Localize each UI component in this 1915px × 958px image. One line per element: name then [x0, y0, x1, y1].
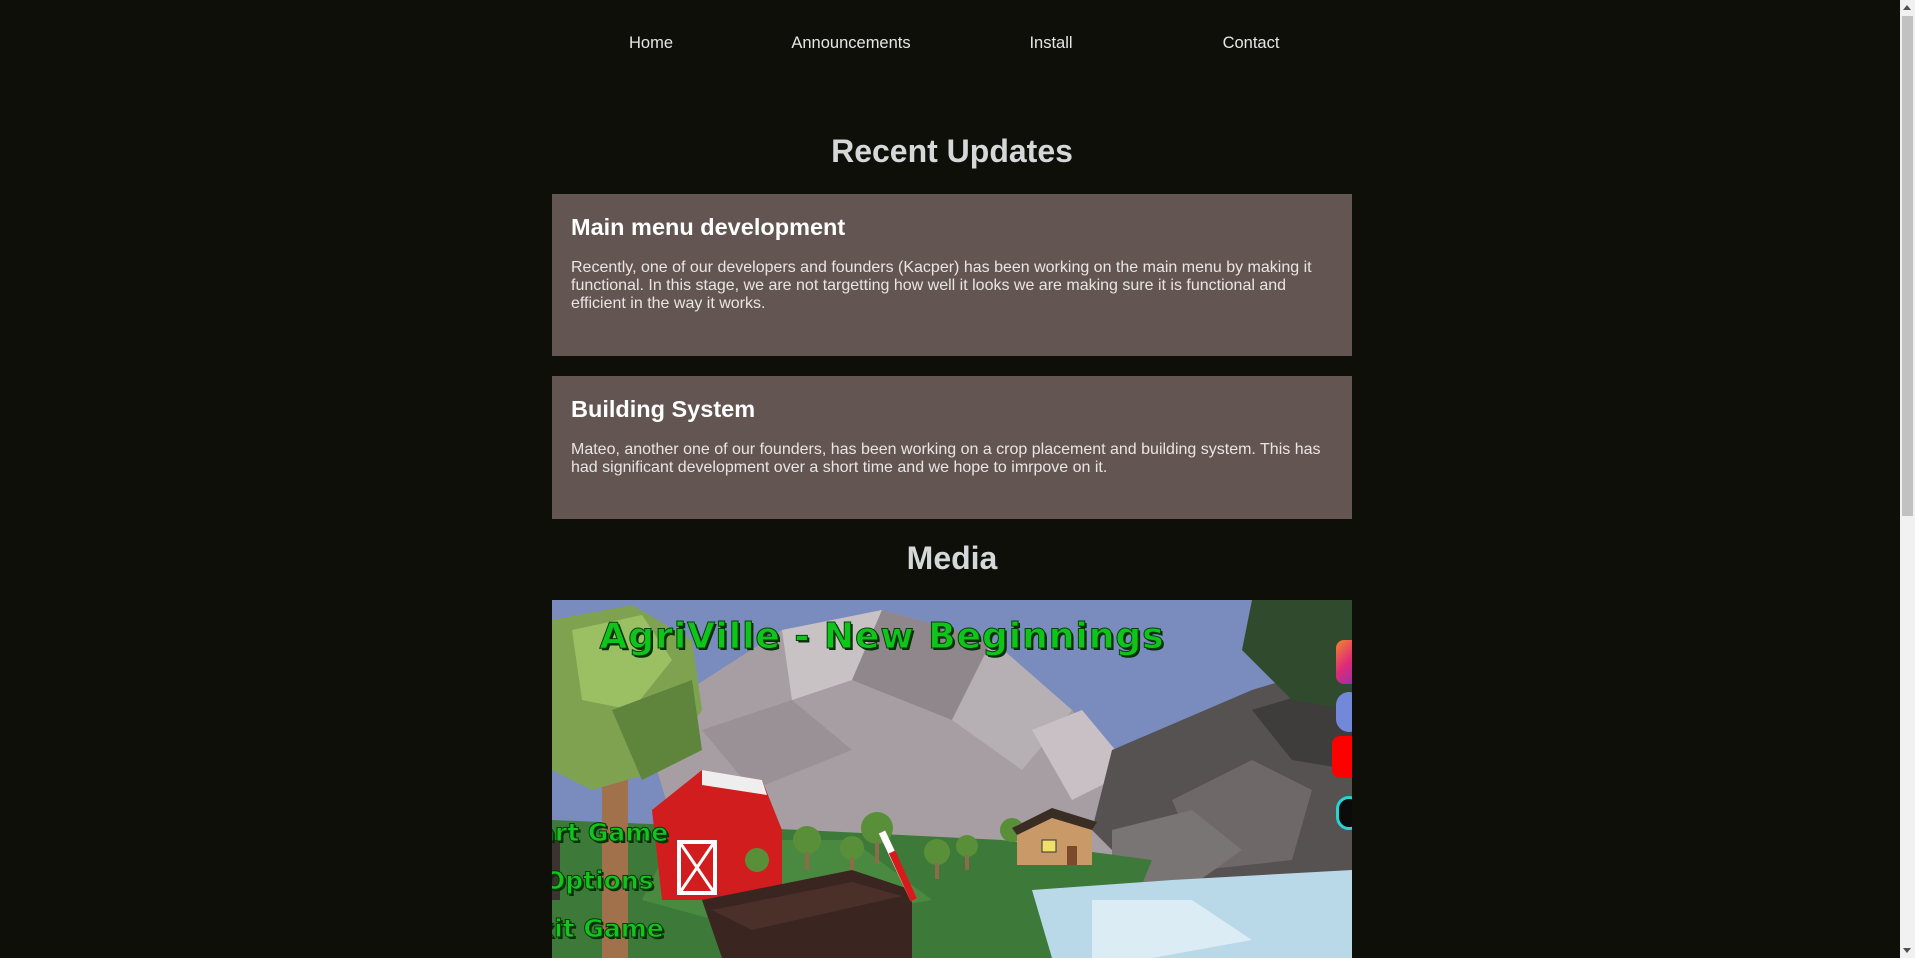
top-nav: Home Announcements Install Contact [0, 0, 1900, 88]
tiktok-icon [1336, 796, 1352, 830]
game-title: AgriVille - New Beginnings [599, 616, 1165, 658]
nav-announcements-link[interactable]: Announcements [791, 34, 910, 53]
page-scrollbar[interactable] [1900, 0, 1915, 958]
page: Home Announcements Install Contact Recen… [0, 0, 1915, 958]
update-title: Building System [571, 396, 756, 422]
media-screenshot: AgriVille - New Beginnings art Game Opti… [552, 600, 1352, 958]
scroll-down-arrow-icon[interactable] [1903, 948, 1911, 953]
game-menu-exit: xit Game [552, 914, 664, 944]
nav-home-link[interactable]: Home [629, 34, 673, 53]
game-menu-start: art Game [552, 818, 669, 848]
nav-install-link[interactable]: Install [1029, 34, 1072, 53]
nav-contact-link[interactable]: Contact [1223, 34, 1280, 53]
update-card-main-menu: Main menu development Recently, one of o… [552, 194, 1352, 356]
youtube-icon [1332, 736, 1352, 778]
recent-updates-heading: Recent Updates [831, 133, 1073, 169]
scrollbar-thumb[interactable] [1902, 16, 1913, 516]
update-body: Mateo, another one of our founders, has … [571, 441, 1321, 476]
update-body: Recently, one of our developers and foun… [571, 259, 1312, 312]
update-title: Main menu development [571, 214, 846, 240]
discord-icon [1336, 692, 1352, 732]
instagram-icon [1336, 640, 1352, 684]
media-heading: Media [906, 540, 998, 576]
scroll-up-arrow-icon[interactable] [1903, 5, 1911, 10]
update-card-building-system: Building System Mateo, another one of ou… [552, 376, 1352, 519]
game-menu-options: Options [552, 866, 654, 896]
